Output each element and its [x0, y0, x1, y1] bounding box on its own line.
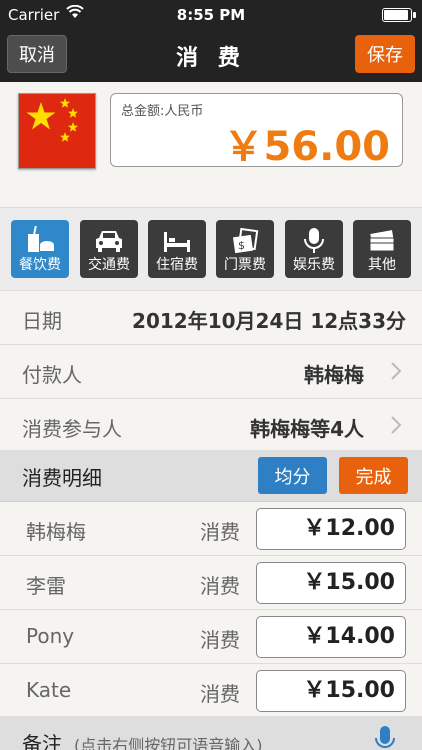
category-label: 门票费 — [224, 257, 266, 273]
participant-name: 李雷 — [26, 574, 66, 598]
expense-kind: 消费 — [200, 574, 240, 598]
participant-amount-field[interactable]: ￥15.00 — [256, 670, 406, 712]
category-label: 其他 — [368, 257, 396, 273]
ticket-icon: $ — [232, 227, 259, 254]
category-bar: 餐饮费 交通费 住宿费 $ 门票费 娱乐费 其他 — [0, 207, 422, 291]
food-drink-icon — [28, 226, 54, 252]
date-row[interactable]: 日期 2012年10月24日 12点33分 — [0, 291, 422, 345]
money-icon — [369, 230, 395, 252]
participant-amount-field[interactable]: ￥14.00 — [256, 616, 406, 658]
chevron-right-icon — [391, 362, 402, 380]
participant-amount-field[interactable]: ￥15.00 — [256, 562, 406, 604]
participant-name: Pony — [26, 624, 75, 648]
expense-kind: 消费 — [200, 628, 240, 652]
clock: 8:55 PM — [176, 6, 246, 24]
save-button[interactable]: 保存 — [355, 35, 415, 73]
expense-kind: 消费 — [200, 682, 240, 706]
done-button[interactable]: 完成 — [339, 457, 408, 494]
category-label: 交通费 — [88, 257, 130, 273]
category-lodging[interactable]: 住宿费 — [148, 220, 206, 278]
microphone-icon[interactable] — [374, 724, 396, 750]
payer-value: 韩梅梅 — [304, 363, 364, 387]
category-transport[interactable]: 交通费 — [80, 220, 138, 278]
amount-value: ￥56.00 — [223, 124, 390, 170]
chevron-right-icon — [391, 416, 402, 434]
bed-icon — [164, 232, 190, 252]
detail-title: 消费明细 — [22, 466, 102, 490]
category-label: 餐饮费 — [19, 257, 61, 273]
participant-name: 韩梅梅 — [26, 520, 86, 544]
notes-bar: 备注 (点击右侧按钮可语音输入) — [0, 716, 422, 750]
expense-kind: 消费 — [200, 520, 240, 544]
flag-stars — [26, 98, 78, 142]
split-evenly-button[interactable]: 均分 — [258, 457, 327, 494]
top-bar: Carrier 8:55 PM 取消 消 费 保存 — [0, 0, 422, 82]
list-item: Pony 消费 ￥14.00 — [0, 610, 422, 664]
amount-field[interactable]: 总金额:人民币 ￥56.00 — [110, 93, 403, 170]
amount-label: 总金额:人民币 — [121, 104, 204, 119]
participants-value: 韩梅梅等4人 — [250, 417, 364, 441]
detail-header: 消费明细 均分 完成 — [0, 450, 422, 502]
list-item: 韩梅梅 消费 ￥12.00 — [0, 502, 422, 556]
category-other[interactable]: 其他 — [353, 220, 411, 278]
car-icon — [96, 231, 122, 252]
category-label: 娱乐费 — [293, 257, 335, 273]
microphone-icon — [304, 228, 324, 253]
category-ticket[interactable]: $ 门票费 — [216, 220, 274, 278]
battery-icon — [382, 8, 416, 22]
payer-label: 付款人 — [22, 363, 82, 387]
status-bar: Carrier 8:55 PM — [0, 0, 422, 30]
notes-hint: (点击右侧按钮可语音输入) — [74, 736, 263, 750]
svg-text:$: $ — [238, 239, 245, 252]
participants-row[interactable]: 消费参与人 韩梅梅等4人 — [0, 399, 422, 453]
date-value: 2012年10月24日 12点33分 — [132, 309, 406, 333]
participants-label: 消费参与人 — [22, 417, 122, 441]
participant-amount-field[interactable]: ￥12.00 — [256, 508, 406, 550]
china-flag-icon[interactable] — [18, 93, 96, 169]
payer-row[interactable]: 付款人 韩梅梅 — [0, 345, 422, 399]
date-label: 日期 — [22, 309, 62, 333]
category-food[interactable]: 餐饮费 — [11, 220, 69, 278]
notes-title: 备注 — [22, 732, 62, 750]
list-item: 李雷 消费 ￥15.00 — [0, 556, 422, 610]
category-label: 住宿费 — [156, 257, 198, 273]
category-entertainment[interactable]: 娱乐费 — [285, 220, 343, 278]
list-item: Kate 消费 ￥15.00 — [0, 664, 422, 718]
participant-name: Kate — [26, 678, 72, 702]
